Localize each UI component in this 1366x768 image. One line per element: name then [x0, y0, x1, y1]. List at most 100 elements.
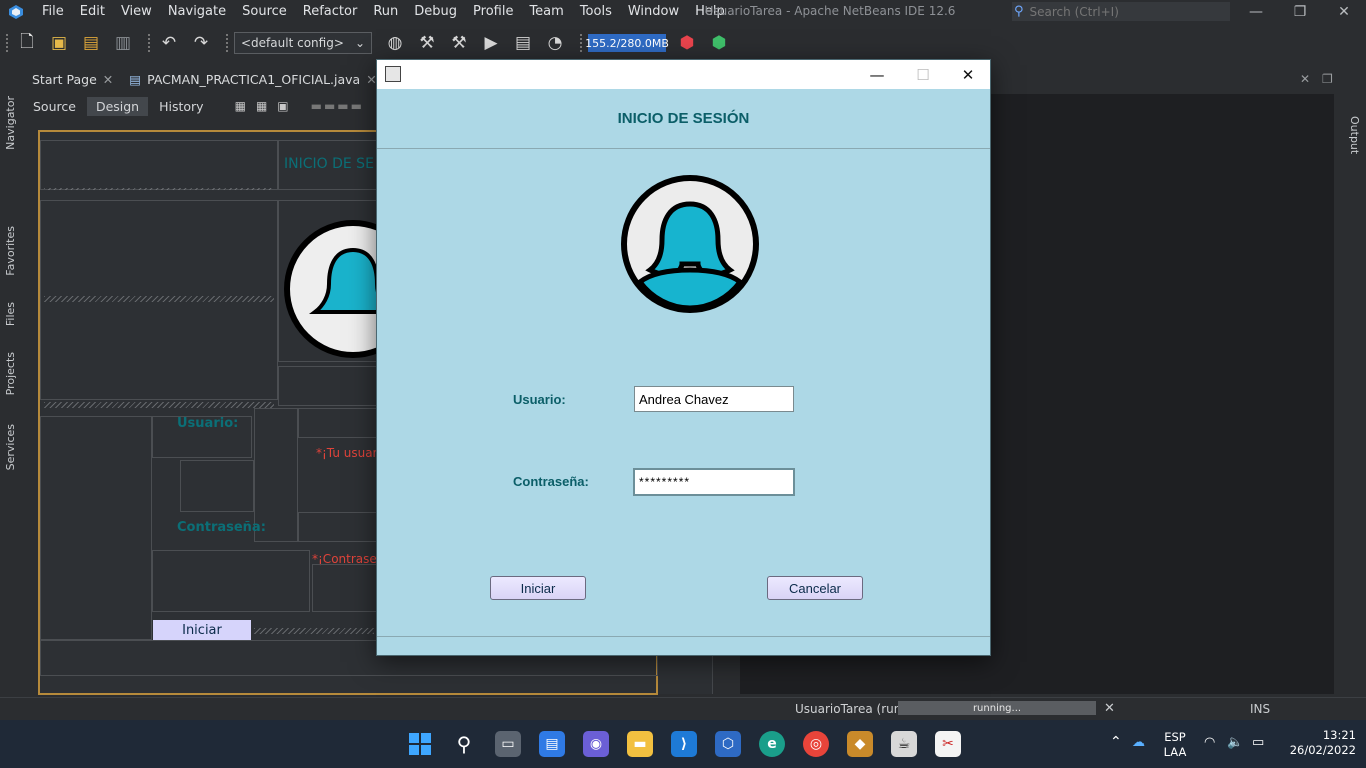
dialog-close-button[interactable]: ✕ [945, 60, 991, 89]
search-icon[interactable]: ⚲ [451, 731, 477, 757]
vscode-icon[interactable]: ⟩ [671, 731, 697, 757]
cancel-button[interactable]: Cancelar [767, 576, 863, 600]
ghost-heading: INICIO DE SE [284, 156, 374, 172]
align-icons[interactable]: ▬▬▬▬ [311, 99, 364, 113]
menu-profile[interactable]: Profile [465, 0, 521, 24]
user-field[interactable] [634, 386, 794, 412]
preview-design-icon[interactable]: ▣ [277, 99, 288, 113]
dialog-titlebar[interactable]: — ☐ ✕ [377, 60, 990, 89]
chevron-up-icon[interactable]: ⌃ [1110, 734, 1122, 750]
save-all-icon[interactable]: ▥ [110, 30, 136, 56]
maximize-button[interactable]: ❐ [1278, 0, 1322, 24]
toolbar-divider [6, 34, 8, 52]
sidebar-tab-files[interactable]: Files [4, 302, 17, 326]
menu-window[interactable]: Window [620, 0, 687, 24]
search-input[interactable] [1029, 4, 1220, 19]
password-field[interactable] [633, 468, 795, 496]
config-value: <default config> [241, 36, 344, 50]
run-task-label[interactable]: UsuarioTarea (run) [795, 702, 906, 716]
globe-icon[interactable]: ◍ [382, 30, 408, 56]
tab-start-page[interactable]: Start Page ✕ [24, 68, 121, 90]
memory-indicator[interactable]: 155.2/280.0MB [585, 34, 669, 52]
clock-time: 13:21 [1322, 728, 1356, 742]
close-button[interactable]: ✕ [1322, 0, 1366, 24]
open-project-icon[interactable]: ▤ [78, 30, 104, 56]
profiler-snapshot-icon[interactable]: ⬢ [706, 30, 732, 56]
edge-icon[interactable]: e [759, 731, 785, 757]
volume-icon[interactable]: 🔈 [1227, 735, 1243, 750]
ghost-avatar-icon [284, 220, 380, 358]
toolbar-divider [580, 34, 582, 52]
menu-tools[interactable]: Tools [572, 0, 620, 24]
selection-mode-icon[interactable]: ▦ [235, 99, 246, 113]
insert-mode-indicator: INS [1250, 702, 1271, 716]
search-icon: ⚲ [1014, 4, 1024, 19]
sidebar-tab-output[interactable]: Output [1348, 116, 1361, 154]
sidebar-tab-services[interactable]: Services [4, 424, 17, 470]
start-icon[interactable] [407, 731, 433, 757]
chrome-icon[interactable]: ◎ [803, 731, 829, 757]
new-project-icon[interactable]: ▣ [46, 30, 72, 56]
start-button[interactable]: Iniciar [490, 576, 586, 600]
menu-run[interactable]: Run [365, 0, 406, 24]
tab-pacman-java[interactable]: ▤ PACMAN_PRACTICA1_OFICIAL.java ✕ [121, 68, 384, 90]
menu-edit[interactable]: Edit [72, 0, 113, 24]
netbeans-icon[interactable]: ⬡ [715, 731, 741, 757]
dialog-minimize-button[interactable]: — [854, 60, 900, 89]
sidebar-tab-favorites[interactable]: Favorites [4, 226, 17, 276]
language-indicator[interactable]: ESP LAA [1158, 730, 1192, 760]
sidebar-tab-navigator[interactable]: Navigator [4, 96, 17, 150]
menu-file[interactable]: File [34, 0, 72, 24]
run-icon[interactable]: ▶ [478, 30, 504, 56]
profile-icon[interactable]: ◔ [542, 30, 568, 56]
close-icon[interactable]: ✕ [1104, 701, 1115, 716]
system-clock[interactable]: 13:21 26/02/2022 [1276, 728, 1356, 758]
dialog-heading: INICIO DE SESIÓN [617, 110, 750, 127]
gc-icon[interactable]: ⬢ [674, 30, 700, 56]
menu-source[interactable]: Source [234, 0, 295, 24]
file-explorer-icon[interactable]: ▬ [627, 731, 653, 757]
onedrive-icon[interactable]: ☁ [1132, 735, 1145, 750]
close-icon[interactable]: ✕ [103, 72, 113, 87]
git-tool-icon[interactable]: ◆ [847, 731, 873, 757]
tab-label: PACMAN_PRACTICA1_OFICIAL.java [147, 71, 361, 87]
menu-view[interactable]: View [113, 0, 160, 24]
heading-divider [377, 148, 990, 149]
tab-design[interactable]: Design [86, 96, 149, 116]
minimize-button[interactable]: — [1234, 0, 1278, 24]
keyboard-layout: LAA [1163, 745, 1187, 759]
new-file-icon[interactable]: 🗋 [14, 30, 40, 56]
menu-navigate[interactable]: Navigate [160, 0, 234, 24]
wifi-icon[interactable]: ◠ [1204, 735, 1215, 750]
menu-team[interactable]: Team [521, 0, 571, 24]
config-select[interactable]: <default config> ⌄ [234, 32, 372, 54]
java-app-icon[interactable]: ☕ [891, 731, 917, 757]
battery-icon[interactable]: ▭ [1252, 735, 1264, 750]
build-hammer-icon[interactable]: ⚒ [414, 30, 440, 56]
widgets-icon[interactable]: ▤ [539, 731, 565, 757]
ghost-start-button[interactable]: Iniciar [153, 620, 251, 640]
clean-build-icon[interactable]: ⚒ [446, 30, 472, 56]
tab-history[interactable]: History [150, 97, 212, 116]
window-title: UsuarioTarea - Apache NetBeans IDE 12.6 [704, 4, 956, 18]
debug-icon[interactable]: ▤ [510, 30, 536, 56]
redo-icon[interactable]: ↷ [188, 30, 214, 56]
task-view-icon[interactable]: ▭ [495, 731, 521, 757]
teams-chat-icon[interactable]: ◉ [583, 731, 609, 757]
java-app-icon [385, 66, 401, 82]
left-sidebar: Navigator Favorites Files Projects Servi… [0, 66, 24, 696]
connection-mode-icon[interactable]: ▦ [256, 99, 267, 113]
dialog-maximize-button[interactable]: ☐ [900, 60, 946, 89]
close-icon[interactable]: ✕ [1300, 72, 1310, 86]
menu-debug[interactable]: Debug [406, 0, 465, 24]
undo-icon[interactable]: ↶ [156, 30, 182, 56]
tab-source[interactable]: Source [24, 97, 85, 116]
menu-refactor[interactable]: Refactor [295, 0, 366, 24]
snipping-tool-icon[interactable]: ✂ [935, 731, 961, 757]
user-label: Usuario: [513, 392, 566, 407]
run-state: running... [972, 702, 1022, 714]
tab-label: Start Page [32, 71, 97, 87]
restore-window-icon[interactable]: ❐ [1322, 72, 1333, 86]
ide-search[interactable]: ⚲ [1012, 2, 1230, 21]
sidebar-tab-projects[interactable]: Projects [4, 352, 17, 395]
